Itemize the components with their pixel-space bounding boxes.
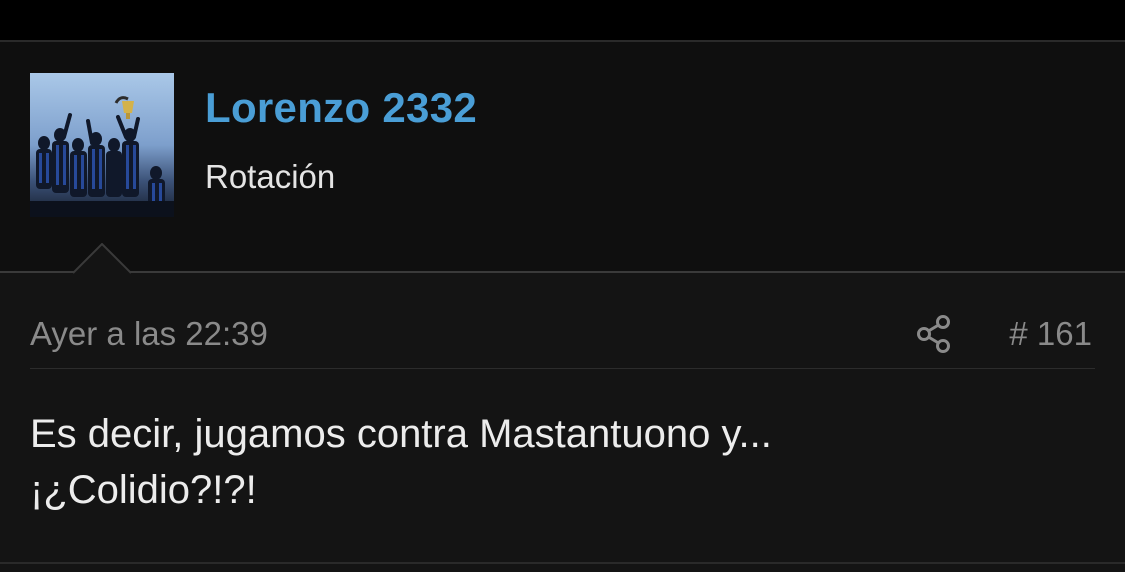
author-username[interactable]: Lorenzo 2332 — [205, 84, 477, 132]
user-avatar[interactable] — [30, 73, 174, 217]
author-pointer-arrow — [73, 243, 131, 274]
post-text-line: Es decir, jugamos contra Mastantuono y..… — [30, 412, 772, 456]
forum-post: Lorenzo 2332 Rotación Ayer a las 22:39 #… — [0, 40, 1125, 572]
post-author-block: Lorenzo 2332 Rotación — [0, 42, 1125, 272]
post-timestamp[interactable]: Ayer a las 22:39 — [30, 312, 268, 356]
avatar-image — [30, 73, 174, 217]
post-text-line: ¡¿Colidio?!?! — [30, 468, 257, 512]
post-number-link[interactable]: # 161 — [1009, 312, 1092, 356]
share-icon — [917, 315, 950, 353]
author-rank-title: Rotación — [205, 158, 336, 195]
post-bottom-divider — [0, 562, 1125, 564]
header-divider — [0, 271, 1125, 273]
top-bar — [0, 0, 1125, 40]
post-content: Es decir, jugamos contra Mastantuono y..… — [30, 406, 1095, 518]
share-button[interactable] — [914, 312, 954, 356]
post-meta-row: Ayer a las 22:39 # 161 — [30, 312, 1095, 369]
